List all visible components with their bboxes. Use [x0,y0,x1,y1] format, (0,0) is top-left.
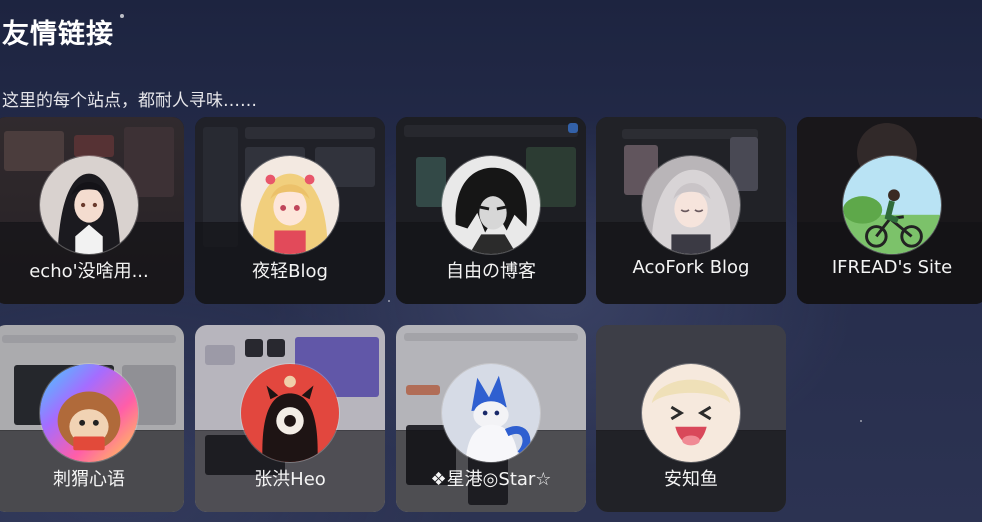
anime-girl-silver-hair-avatar [641,155,741,255]
hedgehog-avatar [39,363,139,463]
star-decoration [860,420,862,422]
friend-link-name: 张洪Heo [254,469,326,490]
friend-link-card[interactable]: 夜轻Blog [195,117,385,304]
star-decoration [120,14,124,18]
page-title: 友情链接 [2,19,114,50]
cyclist-illustration-avatar [842,155,942,255]
friend-link-card[interactable]: 刺猬心语 [0,325,184,512]
friend-link-name: 安知鱼 [664,469,718,490]
blue-fox-character-avatar [441,363,541,463]
friend-link-name: 刺猬心语 [53,469,125,490]
friend-link-card[interactable]: IFREAD's Site [797,117,982,304]
friend-link-card[interactable]: AcoFork Blog [596,117,786,304]
friend-link-card[interactable]: 张洪Heo [195,325,385,512]
anime-girl-black-hair-avatar [39,155,139,255]
friend-link-card[interactable]: 安知鱼 [596,325,786,512]
friend-link-card[interactable]: ❖星港◎Star☆ [396,325,586,512]
page-subtitle: 这里的每个站点，都耐人寻味…… [2,91,257,111]
anime-girl-blonde-avatar [240,155,340,255]
friend-link-name: 自由の博客 [446,261,536,282]
friend-link-name: ❖星港◎Star☆ [430,469,552,490]
friend-link-name: 夜轻Blog [252,261,328,282]
friend-link-name: IFREAD's Site [831,257,953,278]
friend-link-card[interactable]: 自由の博客 [396,117,586,304]
red-cyclops-creature-avatar [240,363,340,463]
friend-link-card[interactable]: echo'没啥用... [0,117,184,304]
friend-link-name: echo'没啥用... [29,261,149,282]
cartoon-laughing-face-avatar [641,363,741,463]
friend-link-name: AcoFork Blog [632,257,750,278]
star-decoration [388,300,390,302]
monochrome-anime-boy-avatar [441,155,541,255]
